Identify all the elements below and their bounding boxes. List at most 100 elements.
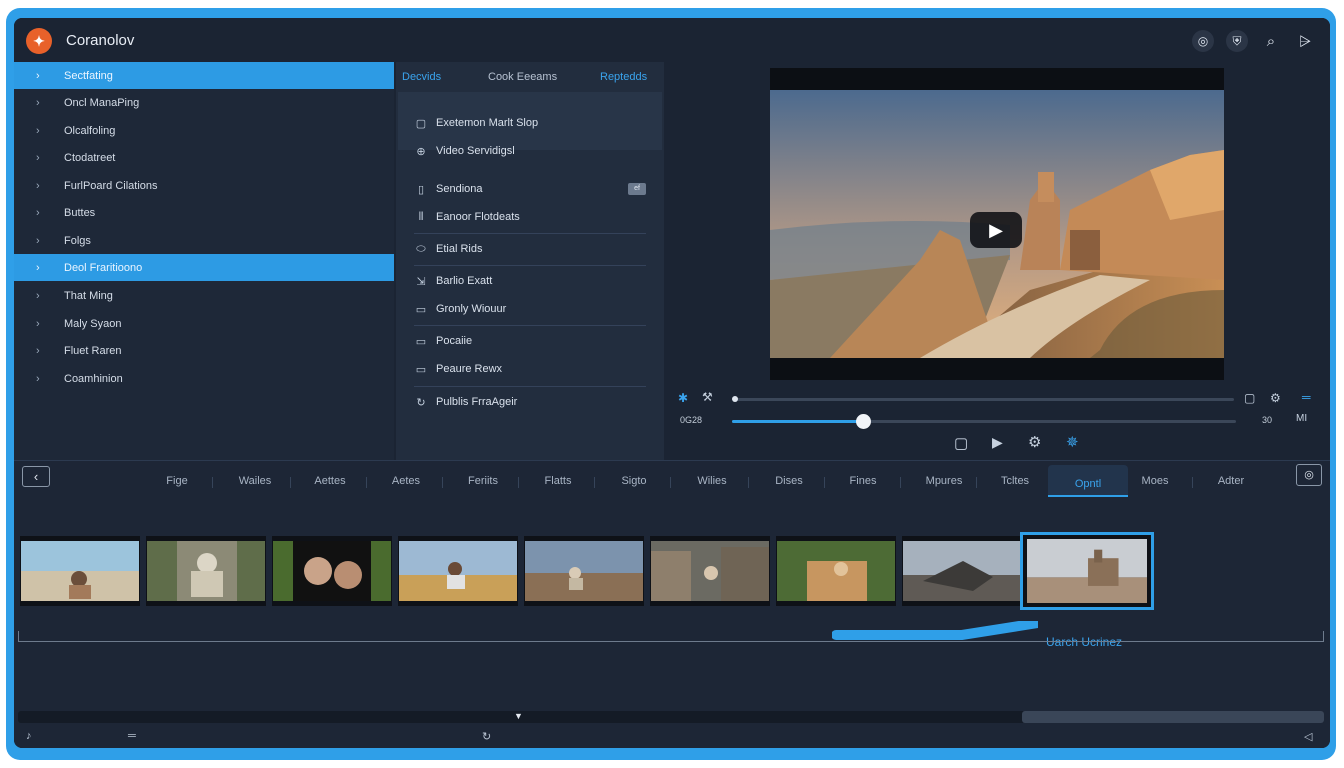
- timeline-tab[interactable]: Adter: [1194, 475, 1268, 487]
- sidebar-item[interactable]: › Olcalfoling: [14, 117, 394, 144]
- panel-item[interactable]: ▯ Sendiona ef: [414, 178, 646, 200]
- settings-icon[interactable]: ⚙: [1270, 391, 1281, 405]
- sidebar-item[interactable]: › Sectfating: [14, 62, 394, 89]
- gear-icon[interactable]: ⚙: [1028, 433, 1041, 451]
- timeline-tab[interactable]: Moes: [1118, 475, 1192, 487]
- timeline-scrollbar[interactable]: ▼: [18, 711, 1324, 723]
- timeline-options-button[interactable]: ◎: [1296, 464, 1322, 486]
- sidebar-item[interactable]: › Oncl ManaPing: [14, 89, 394, 116]
- playhead-marker-icon[interactable]: ▼: [514, 711, 523, 721]
- clip-thumbnail[interactable]: [146, 536, 266, 606]
- shield-icon[interactable]: ⛨: [1226, 30, 1248, 52]
- sidebar-item[interactable]: › Fluet Raren: [14, 337, 394, 364]
- clip-thumbnail[interactable]: [398, 536, 518, 606]
- panel-item[interactable]: ▭ Gronly Wiouur: [414, 298, 646, 320]
- folder-icon: ▭: [415, 363, 427, 376]
- timeline-tab[interactable]: Feriits: [446, 475, 520, 487]
- chevron-right-icon: ›: [36, 69, 40, 82]
- document-icon: ▯: [417, 183, 425, 196]
- timeline-tab[interactable]: Mpures: [907, 475, 981, 487]
- menu-icon[interactable]: ═: [128, 730, 136, 742]
- timeline-tab[interactable]: Wilies: [675, 475, 749, 487]
- sidebar-item-label: Olcalfoling: [64, 124, 116, 137]
- sidebar-item[interactable]: › Ctodatreet: [14, 144, 394, 171]
- tab-divider: [670, 477, 671, 488]
- play-button[interactable]: ▶: [970, 212, 1022, 248]
- menu-icon[interactable]: ═: [1302, 390, 1311, 404]
- step-forward-icon[interactable]: ▶: [992, 434, 1003, 451]
- filter-icon[interactable]: ⩥: [1294, 30, 1316, 52]
- clip-thumbnail[interactable]: [776, 536, 896, 606]
- tab-divider: [900, 477, 901, 488]
- scrubber-handle[interactable]: [732, 396, 738, 402]
- panel-item[interactable]: ⊕ Video Servidigsl: [414, 140, 646, 162]
- record-icon[interactable]: ◎: [1192, 30, 1214, 52]
- tab-divider: [594, 477, 595, 488]
- folder-icon: ▭: [415, 303, 427, 316]
- clip-thumbnail[interactable]: [902, 536, 1022, 606]
- sidebar-item[interactable]: › FurlPoard Cilations: [14, 172, 394, 199]
- panel-item[interactable]: ▭ Peaure Rewx: [414, 358, 646, 380]
- clip-thumbnail[interactable]: [524, 536, 644, 606]
- tab-divider: [1192, 477, 1193, 488]
- effects-icon[interactable]: ✵: [1066, 433, 1079, 451]
- timeline-tab-active[interactable]: Opntl: [1048, 465, 1128, 497]
- tools-icon[interactable]: ⚒: [702, 390, 713, 404]
- scrollbar-thumb[interactable]: [1022, 711, 1324, 723]
- sync-icon[interactable]: ↻: [482, 730, 491, 743]
- playback-slider[interactable]: [732, 414, 1236, 429]
- video-preview: ▶ ✱ ⚒ ▢ ⚙ ═ 0G28 30 MI ▢ ▶ ⚙ ✵: [666, 62, 1330, 460]
- volume-icon[interactable]: ♪: [26, 730, 32, 742]
- sidebar-item[interactable]: › Folgs: [14, 227, 394, 254]
- panel-item[interactable]: ▭ Pocaiie: [414, 330, 646, 352]
- timeline-track: [18, 641, 1324, 642]
- panel-item[interactable]: ⫴ Eanoor Flotdeats: [414, 206, 646, 228]
- timeline-tab[interactable]: Dises: [752, 475, 826, 487]
- timeline-tab[interactable]: Aetes: [369, 475, 443, 487]
- collapse-icon[interactable]: ◁: [1304, 730, 1312, 743]
- back-button[interactable]: ‹: [22, 466, 50, 487]
- loop-toggle-icon[interactable]: ▢: [1244, 391, 1255, 405]
- panel-item[interactable]: ↻ Pulblis FrraAgeir: [414, 391, 646, 413]
- sidebar-item-label: Coamhinion: [64, 372, 123, 385]
- playback-seek-row: 0G28 30 MI: [666, 412, 1330, 430]
- clip-scrubber[interactable]: [734, 398, 1234, 401]
- tab-cook-eeeams[interactable]: Cook Eeeams: [488, 71, 557, 83]
- magic-wand-icon[interactable]: ✱: [678, 391, 688, 405]
- clip-thumbnail-selected[interactable]: [1020, 532, 1154, 610]
- selected-clip-label: Uarch Ucrinez: [1046, 635, 1123, 649]
- playback-knob[interactable]: [856, 414, 872, 429]
- timeline-tab[interactable]: Fige: [140, 475, 214, 487]
- sidebar-item[interactable]: › That Ming: [14, 282, 394, 309]
- timeline-tab[interactable]: Sigto: [597, 475, 671, 487]
- video-frame[interactable]: ▶: [770, 68, 1224, 380]
- stop-icon[interactable]: ▢: [954, 434, 968, 452]
- sidebar-item[interactable]: › Coamhinion: [14, 365, 394, 392]
- tab-reptedds[interactable]: Reptedds: [600, 71, 647, 83]
- clip-thumbnail[interactable]: [272, 536, 392, 606]
- search-icon[interactable]: ⌕: [1260, 30, 1282, 52]
- sidebar-item-label: That Ming: [64, 289, 113, 302]
- tab-decvids[interactable]: Decvids: [402, 71, 441, 83]
- sidebar-item[interactable]: › Maly Syaon: [14, 310, 394, 337]
- chevron-right-icon: ›: [36, 96, 40, 109]
- timeline-tab[interactable]: Wailes: [218, 475, 292, 487]
- panel-item-label: Exetemon Marlt Slop: [436, 117, 539, 129]
- panel-item-label: Pocaiie: [436, 335, 473, 347]
- clip-thumbnail[interactable]: [650, 536, 770, 606]
- sidebar-item[interactable]: › Buttes: [14, 199, 394, 226]
- timeline-tab[interactable]: Tcltes: [978, 475, 1052, 487]
- panel-item[interactable]: ▢ Exetemon Marlt Slop: [414, 112, 646, 134]
- panel-item[interactable]: ⬭ Etial Rids: [414, 238, 646, 260]
- clip-thumbnail[interactable]: [20, 536, 140, 606]
- sidebar-item[interactable]: › Deol Fraritioono: [14, 254, 394, 281]
- timeline-tab[interactable]: Fines: [826, 475, 900, 487]
- timeline-tab[interactable]: Aettes: [293, 475, 367, 487]
- panel-item[interactable]: ⇲ Barlio Exatt: [414, 270, 646, 292]
- chevron-right-icon: ›: [36, 261, 40, 274]
- timeline-tab[interactable]: Flatts: [521, 475, 595, 487]
- chevron-right-icon: ›: [36, 206, 40, 219]
- fullscreen-icon[interactable]: MI: [1296, 413, 1307, 424]
- panel-item-label: Etial Rids: [436, 243, 483, 255]
- chevron-right-icon: ›: [36, 124, 40, 137]
